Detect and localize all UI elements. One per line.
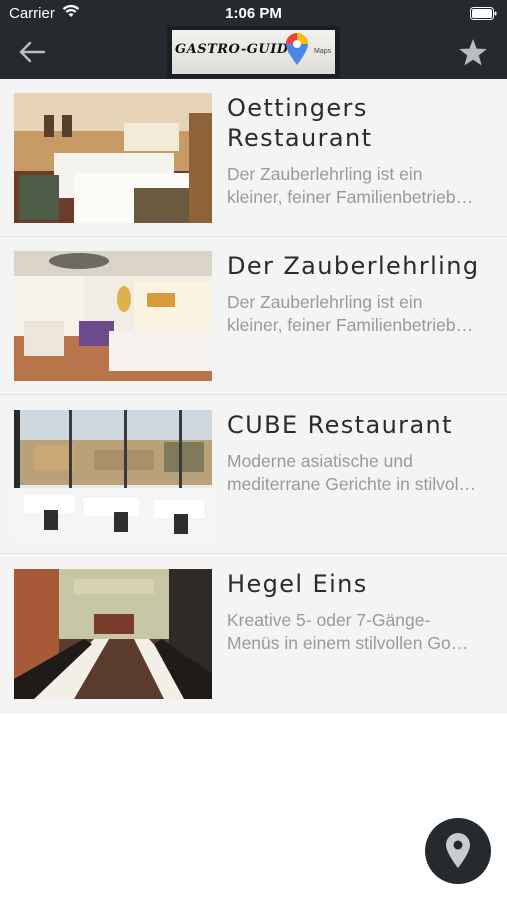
map-pin-logo-icon <box>286 33 308 65</box>
list-item[interactable]: CUBE Restaurant Moderne asiatische und m… <box>0 396 507 554</box>
favorites-button[interactable] <box>457 36 489 68</box>
restaurant-description: Der Zauberlehrling ist ein kleiner, fein… <box>227 164 474 207</box>
restaurant-name: Hegel Eins <box>227 570 368 598</box>
back-button[interactable] <box>14 38 50 66</box>
restaurant-name: CUBE Restaurant <box>227 411 453 439</box>
restaurant-image <box>14 93 212 223</box>
restaurant-name: Oettingers Restaurant <box>227 94 373 152</box>
app-logo: GASTRO-GUIDE Maps <box>167 26 340 78</box>
map-pin-icon <box>446 833 470 868</box>
list-item[interactable]: Hegel Eins Kreative 5- oder 7-Gänge- Men… <box>0 555 507 713</box>
clock: 1:06 PM <box>225 5 282 22</box>
star-icon <box>459 38 487 65</box>
list-item[interactable]: Oettingers Restaurant Der Zauberlehrling… <box>0 79 507 237</box>
list-item[interactable]: Der Zauberlehrling Der Zauberlehrling is… <box>0 237 507 395</box>
logo-text: GASTRO-GUIDE <box>175 42 299 57</box>
battery-icon <box>470 7 497 24</box>
status-bar: Carrier 1:06 PM <box>0 0 507 28</box>
restaurant-name: Der Zauberlehrling <box>227 252 480 280</box>
restaurant-image <box>14 569 212 699</box>
top-bar: Carrier 1:06 PM GASTRO-GUIDE Maps <box>0 0 507 79</box>
arrow-left-icon <box>19 41 46 63</box>
restaurant-image <box>14 251 212 381</box>
restaurant-description: Der Zauberlehrling ist ein kleiner, fein… <box>227 292 474 335</box>
restaurant-list: Oettingers Restaurant Der Zauberlehrling… <box>0 79 507 714</box>
map-button[interactable] <box>425 818 491 884</box>
restaurant-description: Moderne asiatische und mediterrane Geric… <box>227 451 476 494</box>
restaurant-description: Kreative 5- oder 7-Gänge- Menüs in einem… <box>227 610 469 653</box>
logo-subtitle: Maps <box>314 48 332 55</box>
restaurant-image <box>14 410 212 540</box>
